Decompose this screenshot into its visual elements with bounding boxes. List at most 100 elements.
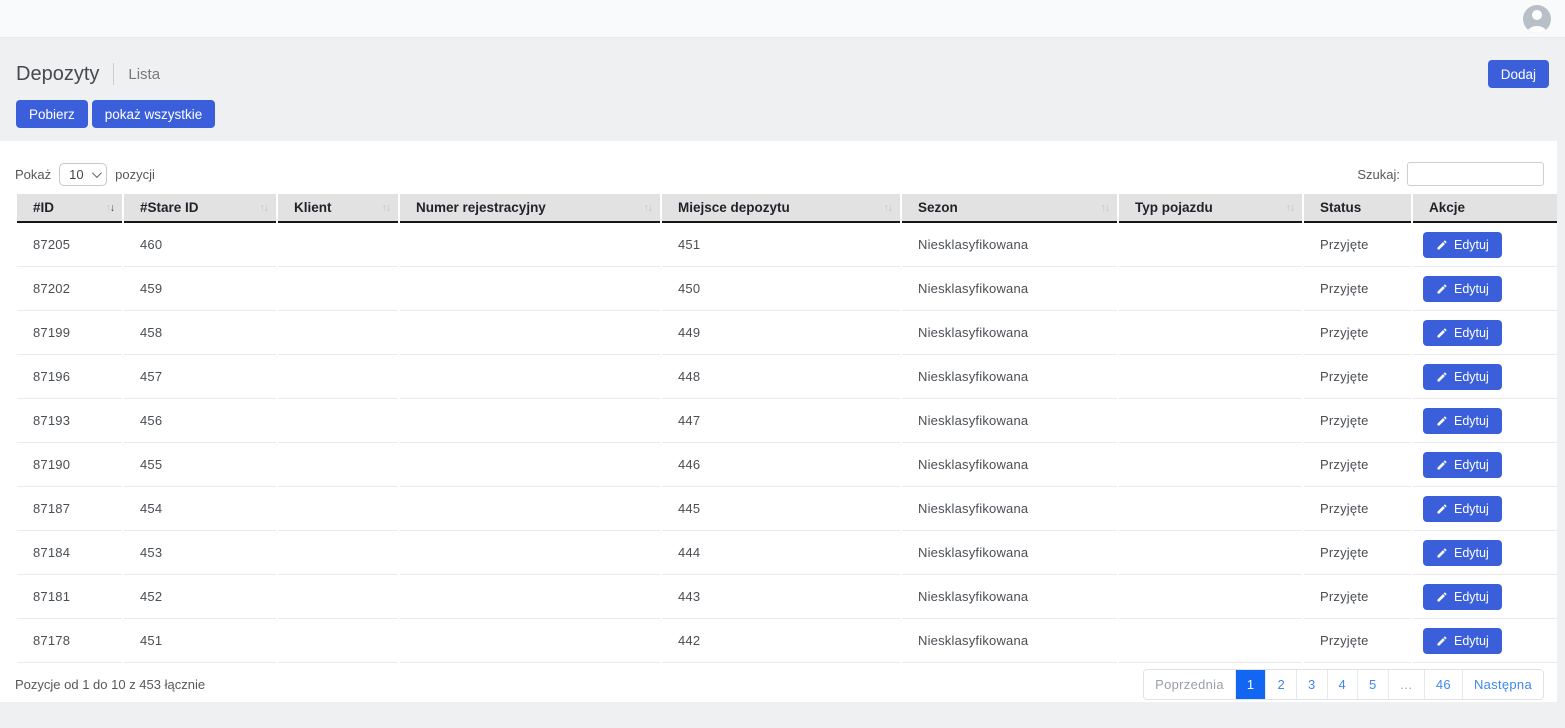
edit-button[interactable]: Edytuj bbox=[1423, 320, 1502, 346]
pagination-page-3[interactable]: 3 bbox=[1296, 670, 1327, 699]
cell-klient bbox=[278, 223, 398, 267]
edit-button[interactable]: Edytuj bbox=[1423, 232, 1502, 258]
page-length-value: 10 bbox=[69, 167, 83, 182]
cell-klient bbox=[278, 311, 398, 355]
pagination-next[interactable]: Następna bbox=[1462, 670, 1543, 699]
pagination-page-2[interactable]: 2 bbox=[1265, 670, 1296, 699]
cell-numer-rejestracyjny bbox=[400, 223, 660, 267]
cell-status: Przyjęte bbox=[1304, 311, 1411, 355]
column-label: Akcje bbox=[1429, 200, 1465, 215]
page-length-select[interactable]: 10 bbox=[59, 163, 107, 186]
user-avatar-icon[interactable] bbox=[1523, 5, 1551, 33]
table-footer: Pozycje od 1 do 10 z 453 łącznie Poprzed… bbox=[15, 669, 1544, 700]
cell-sezon: Niesklasyfikowana bbox=[902, 443, 1117, 487]
cell-stare-id: 458 bbox=[124, 311, 276, 355]
column-label: Typ pojazdu bbox=[1135, 200, 1213, 215]
column-label: Numer rejestracyjny bbox=[416, 200, 546, 215]
edit-button-label: Edytuj bbox=[1454, 590, 1489, 604]
column-label: #ID bbox=[33, 200, 54, 215]
table-row: 87181452443NiesklasyfikowanaPrzyjęteEdyt… bbox=[17, 575, 1557, 619]
cell-akcje: Edytuj bbox=[1413, 399, 1557, 443]
pagination-page-46[interactable]: 46 bbox=[1424, 670, 1462, 699]
column-header-klient[interactable]: Klient↑↓ bbox=[278, 194, 398, 223]
cell-id: 87196 bbox=[17, 355, 122, 399]
cell-stare-id: 456 bbox=[124, 399, 276, 443]
cell-status: Przyjęte bbox=[1304, 223, 1411, 267]
cell-stare-id: 452 bbox=[124, 575, 276, 619]
edit-button[interactable]: Edytuj bbox=[1423, 452, 1502, 478]
column-header-status[interactable]: Status bbox=[1304, 194, 1411, 223]
sort-icon: ↑↓ bbox=[644, 202, 654, 213]
pagination-page-5[interactable]: 5 bbox=[1357, 670, 1388, 699]
add-button[interactable]: Dodaj bbox=[1488, 60, 1549, 88]
cell-stare-id: 460 bbox=[124, 223, 276, 267]
cell-id: 87190 bbox=[17, 443, 122, 487]
cell-sezon: Niesklasyfikowana bbox=[902, 267, 1117, 311]
column-label: Klient bbox=[294, 200, 332, 215]
avatar-head-shape bbox=[1532, 10, 1542, 20]
search-input[interactable] bbox=[1407, 162, 1544, 186]
table-row: 87193456447NiesklasyfikowanaPrzyjęteEdyt… bbox=[17, 399, 1557, 443]
edit-button[interactable]: Edytuj bbox=[1423, 584, 1502, 610]
cell-miejsce-depozytu: 448 bbox=[662, 355, 900, 399]
cell-id: 87187 bbox=[17, 487, 122, 531]
edit-button-label: Edytuj bbox=[1454, 634, 1489, 648]
pagination-previous: Poprzednia bbox=[1144, 670, 1235, 699]
pencil-icon bbox=[1436, 239, 1448, 251]
cell-stare-id: 459 bbox=[124, 267, 276, 311]
page-header: Depozyty Lista Dodaj Pobierz pokaż wszys… bbox=[0, 38, 1565, 128]
edit-button[interactable]: Edytuj bbox=[1423, 408, 1502, 434]
cell-id: 87199 bbox=[17, 311, 122, 355]
chevron-down-icon bbox=[92, 168, 102, 178]
cell-akcje: Edytuj bbox=[1413, 223, 1557, 267]
cell-numer-rejestracyjny bbox=[400, 575, 660, 619]
download-button[interactable]: Pobierz bbox=[16, 100, 88, 128]
pencil-icon bbox=[1436, 283, 1448, 295]
cell-numer-rejestracyjny bbox=[400, 267, 660, 311]
pagination-page-1[interactable]: 1 bbox=[1235, 670, 1266, 699]
table-row: 87205460451NiesklasyfikowanaPrzyjęteEdyt… bbox=[17, 223, 1557, 267]
cell-status: Przyjęte bbox=[1304, 443, 1411, 487]
title-row: Depozyty Lista Dodaj bbox=[16, 60, 1549, 88]
column-header-miejsce-depozytu[interactable]: Miejsce depozytu↑↓ bbox=[662, 194, 900, 223]
cell-miejsce-depozytu: 445 bbox=[662, 487, 900, 531]
column-header-akcje[interactable]: Akcje↑↓ bbox=[1413, 194, 1557, 223]
edit-button[interactable]: Edytuj bbox=[1423, 496, 1502, 522]
cell-miejsce-depozytu: 443 bbox=[662, 575, 900, 619]
cell-status: Przyjęte bbox=[1304, 399, 1411, 443]
cell-stare-id: 454 bbox=[124, 487, 276, 531]
column-header-sezon[interactable]: Sezon↑↓ bbox=[902, 194, 1117, 223]
sort-icon: ↑↓ bbox=[106, 202, 116, 213]
cell-miejsce-depozytu: 444 bbox=[662, 531, 900, 575]
edit-button[interactable]: Edytuj bbox=[1423, 628, 1502, 654]
breadcrumb: Lista bbox=[128, 66, 160, 83]
cell-stare-id: 457 bbox=[124, 355, 276, 399]
table-header-row: #ID↑↓#Stare ID↑↓Klient↑↓Numer rejestracy… bbox=[17, 194, 1557, 223]
cell-id: 87193 bbox=[17, 399, 122, 443]
edit-button[interactable]: Edytuj bbox=[1423, 276, 1502, 302]
show-all-button[interactable]: pokaż wszystkie bbox=[92, 100, 216, 128]
pagination-info: Pozycje od 1 do 10 z 453 łącznie bbox=[15, 677, 205, 692]
column-header-numer-rejestracyjny[interactable]: Numer rejestracyjny ↑↓ bbox=[400, 194, 660, 223]
cell-akcje: Edytuj bbox=[1413, 311, 1557, 355]
edit-button-label: Edytuj bbox=[1454, 238, 1489, 252]
title-divider bbox=[113, 63, 114, 85]
edit-button[interactable]: Edytuj bbox=[1423, 540, 1502, 566]
column-header-typ-pojazdu[interactable]: Typ pojazdu↑↓ bbox=[1119, 194, 1302, 223]
cell-stare-id: 455 bbox=[124, 443, 276, 487]
cell-numer-rejestracyjny bbox=[400, 487, 660, 531]
edit-button-label: Edytuj bbox=[1454, 546, 1489, 560]
cell-sezon: Niesklasyfikowana bbox=[902, 399, 1117, 443]
column-header-stare-id[interactable]: #Stare ID↑↓ bbox=[124, 194, 276, 223]
cell-typ-pojazdu bbox=[1119, 487, 1302, 531]
screen: Depozyty Lista Dodaj Pobierz pokaż wszys… bbox=[0, 0, 1565, 728]
pagination-page-4[interactable]: 4 bbox=[1327, 670, 1358, 699]
cell-numer-rejestracyjny bbox=[400, 443, 660, 487]
column-header-id[interactable]: #ID ↑↓ bbox=[17, 194, 122, 223]
table-row: 87190455446NiesklasyfikowanaPrzyjęteEdyt… bbox=[17, 443, 1557, 487]
table-row: 87202459450NiesklasyfikowanaPrzyjęteEdyt… bbox=[17, 267, 1557, 311]
cell-klient bbox=[278, 575, 398, 619]
edit-button[interactable]: Edytuj bbox=[1423, 364, 1502, 390]
cell-status: Przyjęte bbox=[1304, 531, 1411, 575]
avatar-shoulders-shape bbox=[1528, 26, 1547, 33]
